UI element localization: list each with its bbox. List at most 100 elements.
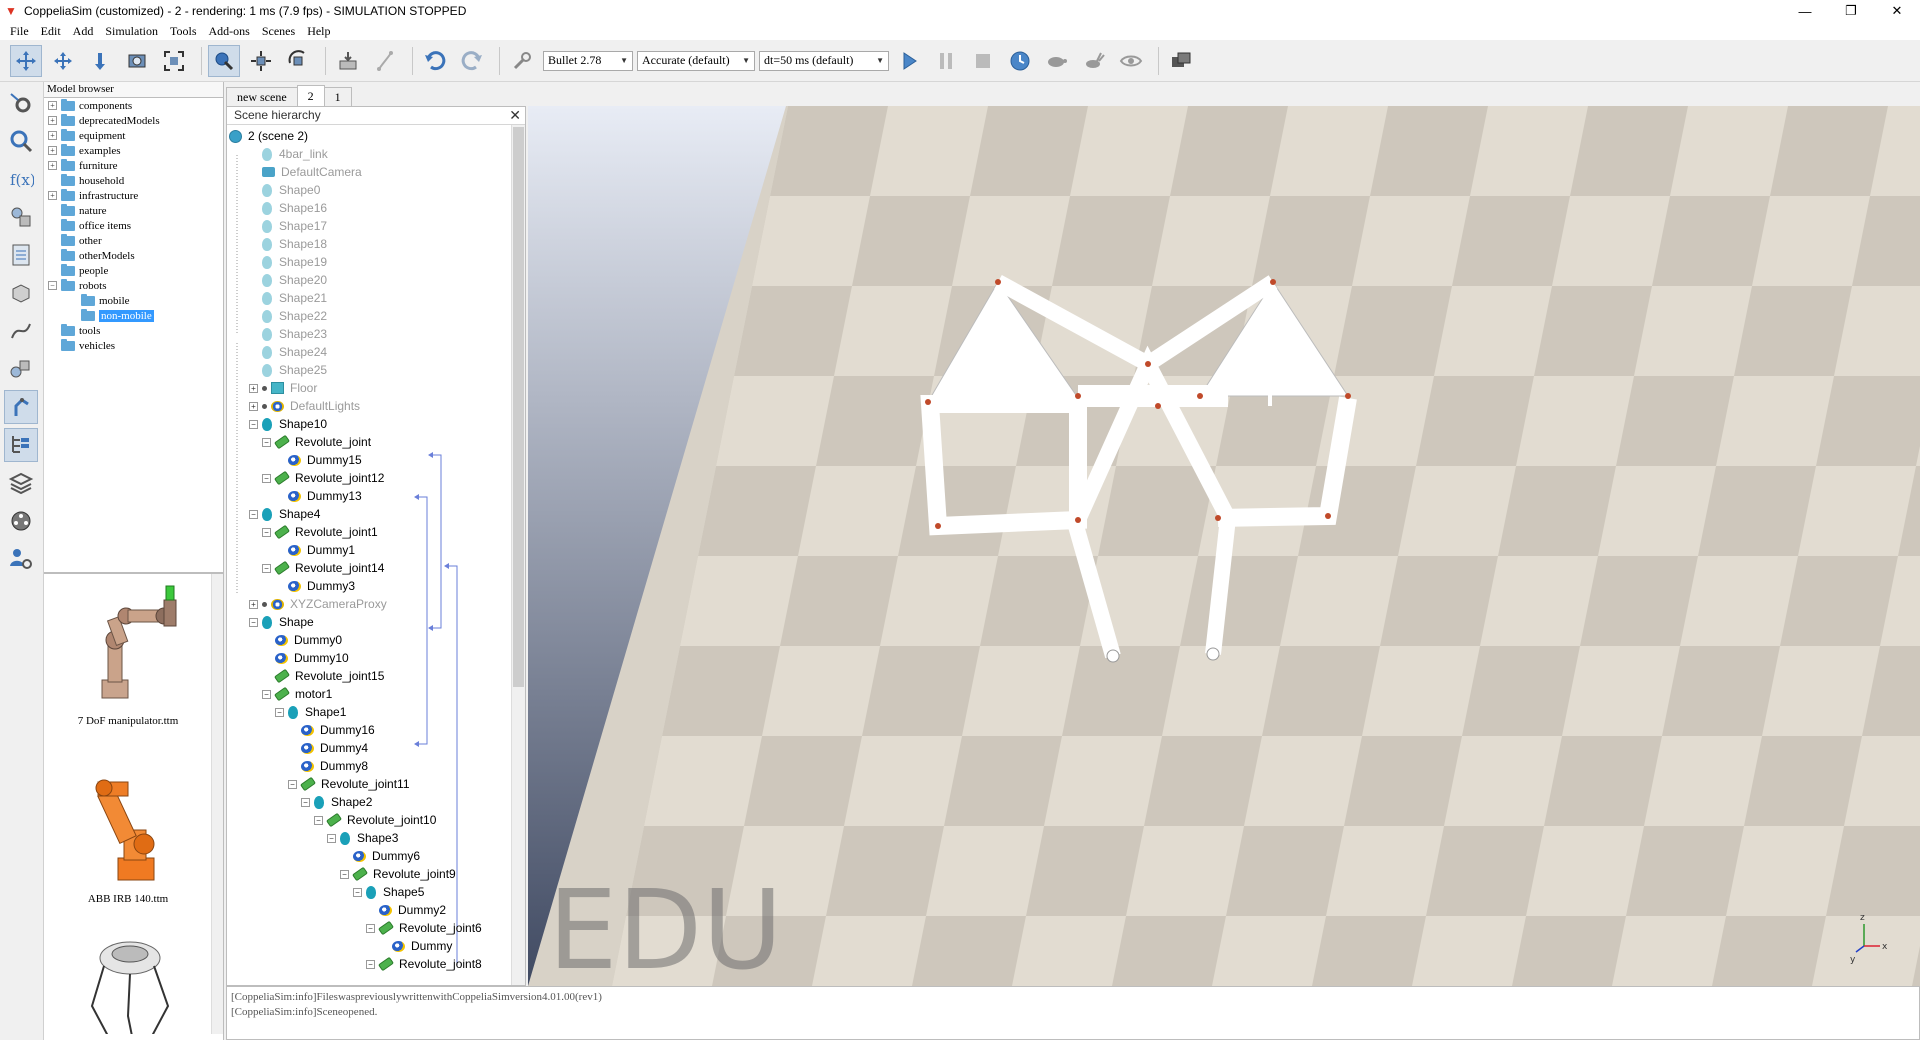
expand-toggle-icon[interactable]: − [327,833,336,843]
object-shift-button[interactable] [245,45,277,77]
expand-toggle-icon[interactable]: + [48,161,57,170]
scene-object-row[interactable]: Shape21 [249,289,327,307]
scene-object-row[interactable]: − Revolute_joint9 [340,865,456,883]
scene-object-row[interactable]: Shape19 [249,253,327,271]
scene-object-row[interactable]: Revolute_joint15 [262,667,384,685]
tab-scene-1[interactable]: 1 [323,87,352,107]
camera-rotate-button[interactable] [47,45,79,77]
pause-simulation-button[interactable] [930,45,962,77]
menu-tools[interactable]: Tools [164,24,203,39]
model-folder-item[interactable]: − robots [44,278,223,293]
scene-object-row[interactable]: Shape22 [249,307,327,325]
scene-object-row[interactable]: − Revolute_joint12 [262,469,384,487]
scene-object-row[interactable]: Dummy [379,937,452,955]
scene-object-row[interactable]: 4bar_link [249,145,328,163]
scene-object-row[interactable]: − Revolute_joint10 [314,811,436,829]
scene-object-row[interactable]: Dummy10 [262,649,349,667]
expand-toggle-icon[interactable]: + [249,599,258,609]
expand-toggle-icon[interactable]: − [353,887,362,897]
model-folder-item[interactable]: mobile [44,293,223,308]
menu-addons[interactable]: Add-ons [203,24,256,39]
video-recorder-button[interactable] [4,504,38,538]
scene-object-row[interactable]: Shape18 [249,235,327,253]
shape-edit-button[interactable] [4,200,38,234]
expand-toggle-icon[interactable]: + [249,401,258,411]
scene-object-row[interactable]: − Shape2 [301,793,372,811]
expand-toggle-icon[interactable]: − [48,281,57,290]
close-button[interactable]: ✕ [1874,0,1920,22]
scene-object-row[interactable]: Shape24 [249,343,327,361]
redo-button[interactable] [456,45,488,77]
path-edit-button[interactable] [4,314,38,348]
expand-toggle-icon[interactable]: − [249,617,258,627]
scene-object-row[interactable]: Shape17 [249,217,327,235]
model-folder-item[interactable]: tools [44,323,223,338]
scene-object-row[interactable]: Dummy13 [275,487,362,505]
scene-object-row[interactable]: Dummy1 [275,541,355,559]
scene-object-row[interactable]: 2 (scene 2) [229,127,308,145]
model-folder-item[interactable]: household [44,173,223,188]
menu-file[interactable]: File [4,24,35,39]
scene-object-row[interactable]: Dummy6 [340,847,420,865]
timestep-select[interactable]: dt=50 ms (default) ▼ [759,50,889,71]
accuracy-select[interactable]: Accurate (default) ▼ [637,50,755,71]
scene-object-row[interactable]: Shape16 [249,199,327,217]
expand-toggle-icon[interactable]: − [340,869,349,879]
slow-down-button[interactable] [1041,45,1073,77]
physics-engine-select[interactable]: Bullet 2.78 ▼ [543,50,633,71]
scene-object-row[interactable]: Dummy15 [275,451,362,469]
model-folder-item[interactable]: + infrastructure [44,188,223,203]
scene-object-row[interactable]: Shape25 [249,361,327,379]
minimize-button[interactable]: — [1782,0,1828,22]
click-select-button[interactable] [208,44,240,77]
scene-object-row[interactable]: Dummy4 [288,739,368,757]
scene-object-row[interactable]: − Shape4 [249,505,320,523]
scene-object-row[interactable]: − Shape5 [353,883,424,901]
tab-scene-2[interactable]: 2 [296,85,325,107]
selection-button[interactable] [4,352,38,386]
expand-toggle-icon[interactable]: − [314,815,323,825]
expand-toggle-icon[interactable]: + [48,191,57,200]
scene-object-row[interactable]: Shape23 [249,325,327,343]
scene-object-row[interactable]: DefaultCamera [249,163,362,181]
model-thumbnail-delta[interactable] [44,936,212,1034]
scene-object-row[interactable]: + Floor [249,379,317,397]
expand-toggle-icon[interactable]: + [48,116,57,125]
thumbnail-scrollbar[interactable] [211,574,223,1034]
scene-object-row[interactable]: − Revolute_joint6 [366,919,482,937]
scene-object-row[interactable]: − Shape [249,613,314,631]
model-folder-item[interactable]: vehicles [44,338,223,353]
model-folder-item[interactable]: + furniture [44,158,223,173]
model-browser-toggle-button[interactable] [4,390,38,424]
tab-new-scene[interactable]: new scene [226,87,298,107]
scene-object-row[interactable]: Shape20 [249,271,327,289]
scene-object-row[interactable]: − Revolute_joint11 [288,775,410,793]
scene-object-row[interactable]: − Revolute_joint1 [262,523,378,541]
undo-button[interactable] [419,45,451,77]
expand-toggle-icon[interactable]: − [249,509,258,519]
model-folder-item[interactable]: + examples [44,143,223,158]
status-console[interactable]: [CoppeliaSim:info]Fileswaspreviouslywrit… [226,986,1920,1040]
object-rotate-button[interactable] [282,45,314,77]
scene-object-row[interactable]: Dummy16 [288,721,375,739]
toggle-visualization-button[interactable] [1115,45,1147,77]
expand-toggle-icon[interactable]: + [48,101,57,110]
model-folder-item[interactable]: people [44,263,223,278]
scene-object-row[interactable]: − Revolute_joint [262,433,371,451]
model-folder-item[interactable]: non-mobile [44,308,223,323]
expand-toggle-icon[interactable]: − [288,779,297,789]
expand-toggle-icon[interactable]: − [262,563,271,573]
maximize-button[interactable]: ❐ [1828,0,1874,22]
scene-object-row[interactable]: Dummy3 [275,577,355,595]
close-icon[interactable]: ✕ [509,107,521,124]
viewport-canvas[interactable]: EDU z x y [528,106,1920,986]
scene-object-row[interactable]: − Shape1 [275,703,346,721]
model-thumbnail-7dof[interactable]: 7 DoF manipulator.ttm [44,582,212,727]
script-functions-button[interactable]: f(x) [4,162,38,196]
model-folder-item[interactable]: + equipment [44,128,223,143]
scene-object-row[interactable]: − Shape10 [249,415,327,433]
model-folder-item[interactable]: + components [44,98,223,113]
layers-button[interactable] [4,466,38,500]
assemble-button[interactable] [332,45,364,77]
scene-object-row[interactable]: − Revolute_joint14 [262,559,384,577]
